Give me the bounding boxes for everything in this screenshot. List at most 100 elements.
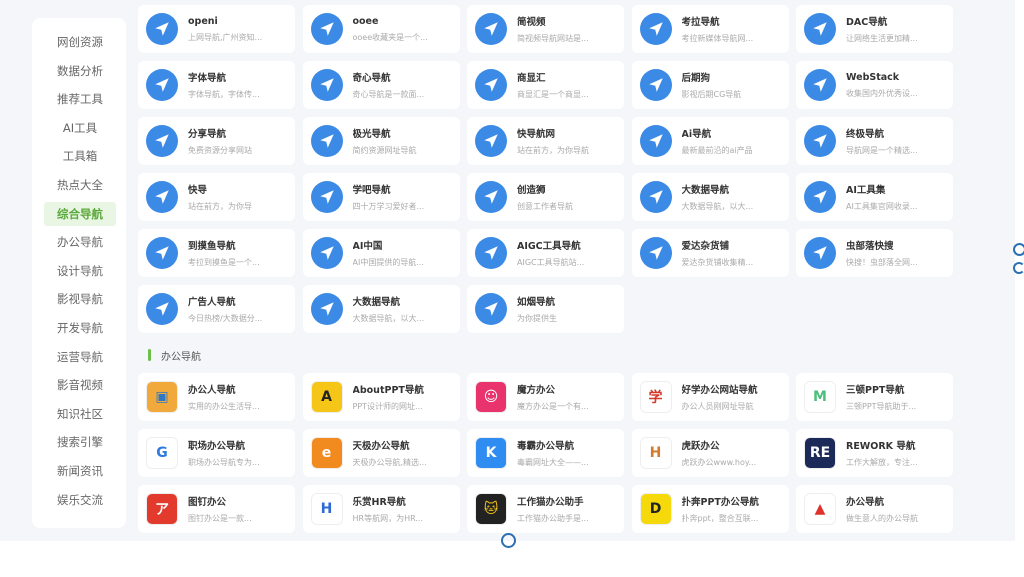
site-description: 大数据导航，以大... [352,314,425,323]
site-card[interactable]: 学吧导航 四十万学习爱好者... [302,173,460,221]
site-card[interactable]: RE REWORK 导航 工作大解放，专注... [796,429,953,477]
sidebar-item[interactable]: 运营导航 [44,345,116,369]
sidebar-item[interactable]: 新闻资讯 [44,459,116,483]
site-card[interactable]: 考拉导航 考拉新媒体导航网... [631,5,789,53]
site-card[interactable]: 后期狗 影视后期CG导航 [631,61,789,109]
site-title: 虫部落快搜 [846,241,894,252]
site-description: 大数据导航，以大... [681,202,754,211]
site-card[interactable]: 创造狮 创意工作者导航 [467,173,624,221]
site-card[interactable]: 分享导航 免费资源分享网站 [138,117,295,165]
site-card[interactable]: 大数据导航大数据导航，以大... [631,173,789,221]
site-card[interactable]: 到摸鱼导航 考拉到摸鱼是一个... [138,229,295,277]
sidebar-item[interactable]: 开发导航 [44,316,116,340]
site-title: 职场办公导航 [188,441,246,452]
site-logo-icon: M [804,381,836,413]
site-card[interactable]: 极光导航 简约资源网址导航 [302,117,460,165]
site-card[interactable]: 爱达杂货铺 爱达杂货铺收集精... [631,229,789,277]
sidebar-item[interactable]: 影音视频 [44,373,116,397]
site-card[interactable]: 奇心导航 奇心导航是一款面... [302,61,460,109]
site-logo-icon: 🐱 [475,493,507,525]
site-card[interactable]: WebStack 收集国内外优秀设... [796,61,953,109]
site-title: AI工具集 [846,185,886,196]
sidebar-item[interactable]: 综合导航 [44,201,116,226]
site-title: 图钉办公 [188,497,227,508]
site-card[interactable]: D 扑奔PPT办公导航 扑奔ppt，整合互联... [631,485,789,533]
site-card[interactable]: 字体导航 字体导航，字体传... [138,61,295,109]
navigation-arrow-icon [310,69,343,101]
site-logo-icon: H [310,493,343,525]
site-description: AIGC工具导航站... [517,258,585,267]
sidebar-item[interactable]: 工具箱 [44,144,116,168]
sidebar-item[interactable]: 娱乐交流 [44,488,116,512]
site-card[interactable]: 简视频 简视频导航网站是... [467,5,624,53]
site-description: 简约资源网址导航 [352,146,417,155]
site-title: ooee [352,15,379,27]
site-card[interactable]: AIGC工具导航 AIGC工具导航站... [467,229,624,277]
navigation-arrow-icon [475,69,507,101]
site-card[interactable]: AI工具集 AI工具集官网收录... [796,173,953,221]
site-card[interactable]: 学好学办公网站导航 办公人员刚网址导航 [631,373,789,421]
sidebar-item[interactable]: 网创资源 [44,30,116,54]
site-card[interactable]: M 三顿PPT导航 三顿PPT导航助于... [796,373,953,421]
site-logo-icon: ア [146,493,178,525]
site-card[interactable]: AI中国 AI中国提供的导航... [302,229,460,277]
site-card[interactable]: K 毒霸办公导航 毒霸网址大全——... [467,429,624,477]
site-card[interactable]: e 天极办公导航 天极办公导航,精选... [302,429,460,477]
site-card[interactable]: 快导航网 站在前方，为你导航 [467,117,624,165]
site-card[interactable]: 快导 站在前方，为你导 [138,173,295,221]
scroll-handle-icon[interactable] [1013,243,1024,256]
site-card[interactable]: DAC导航 让网络生活更加精... [796,5,953,53]
sidebar-item[interactable]: 热点大全 [44,173,116,197]
site-title: 毒霸办公导航 [517,441,575,452]
site-card[interactable]: 🐱 工作猫办公助手 工作猫办公助手是... [467,485,624,533]
navigation-arrow-icon [804,69,836,101]
site-logo-icon: D [639,493,672,525]
site-description: 商显汇是一个商显... [517,90,589,99]
site-description: 免费资源分享网站 [188,146,252,155]
sidebar-item[interactable]: 办公导航 [44,230,116,254]
site-logo-icon: H [639,437,672,469]
site-card[interactable]: 终极导航 导航网是一个精选... [796,117,953,165]
site-card[interactable]: ▣ 办公人导航 实用的办公生活导... [138,373,295,421]
site-title: 魔方办公 [517,385,556,396]
navigation-arrow-icon [804,237,836,269]
site-title: 大数据导航 [681,185,730,196]
site-card[interactable]: ア图钉办公 图钉办公是一款... [138,485,295,533]
sidebar-item[interactable]: 推荐工具 [44,87,116,111]
scroll-handle-icon[interactable] [1013,262,1024,274]
site-card[interactable]: 商显汇 商显汇是一个商显... [467,61,624,109]
site-card[interactable]: ▲ 办公导航 做生意人的办公导航 [796,485,953,533]
sidebar-item[interactable]: 影视导航 [44,287,116,311]
scroll-indicator-icon[interactable] [501,533,516,548]
site-title: 如烟导航 [517,297,556,308]
sidebar-item[interactable]: AI工具 [44,116,116,140]
site-title: 三顿PPT导航 [846,385,905,396]
site-title: 爱达杂货铺 [681,241,730,252]
site-card[interactable]: Ai导航 最新最前沿的ai产品 [631,117,789,165]
site-card[interactable]: ooee ooee收藏夹是一个... [302,5,460,53]
site-title: openi [188,15,218,27]
site-logo-icon: RE [804,437,836,469]
navigation-arrow-icon [639,237,672,269]
site-card[interactable]: G 职场办公导航 职场办公导航专为... [138,429,295,477]
navigation-arrow-icon [475,13,507,45]
site-description: 工作大解放，专注... [846,458,918,467]
site-card[interactable]: 大数据导航 大数据导航，以大... [302,285,460,333]
sidebar-item[interactable]: 知识社区 [44,402,116,426]
site-card[interactable]: H 乐赏HR导航 HR等航网，为HR... [302,485,460,533]
site-card[interactable]: ☺ 魔方办公 魔方办公是一个有... [467,373,624,421]
site-card[interactable]: 如烟导航 为你提供生 [467,285,624,333]
site-card[interactable]: openi 上网导航,广州资知... [138,5,295,53]
sidebar-item[interactable]: 搜索引擎 [44,430,116,454]
section-marker [148,349,151,361]
site-logo-icon: e [310,437,343,469]
site-logo-icon: A [310,381,343,413]
site-card[interactable]: H 虎跃办公 虎跃办公www.hoy... [631,429,789,477]
sidebar-item[interactable]: 设计导航 [44,259,116,283]
sidebar-item[interactable]: 数据分析 [44,59,116,83]
site-card[interactable]: 广告人导航 今日热榜/大数据分... [138,285,295,333]
site-card[interactable]: 虫部落快搜 快搜！虫部落全网... [796,229,953,277]
site-description: 工作猫办公助手是... [517,514,589,523]
site-description: 站在前方，为你导航 [517,146,589,155]
site-card[interactable]: A AboutPPT导航 PPT设计师的网址... [302,373,460,421]
